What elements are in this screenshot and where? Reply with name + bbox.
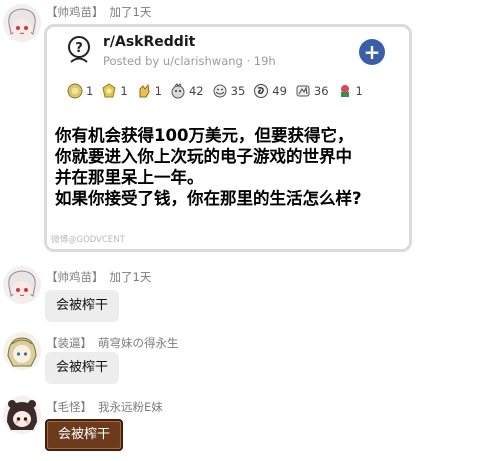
post-text-line: 如果你接受了钱，你在那里的生活怎么样? [55,189,362,208]
awards-row: 1 1 1 42 35 49 36 1 [67,83,367,99]
avatar[interactable] [3,266,41,304]
sender-line: 【装逼】 萌穹妹の得永生 [46,335,179,351]
sender-line: 【帅鸡苗】 加了1天 [46,269,151,285]
avatar[interactable] [3,4,41,42]
award-count: 36 [313,84,329,98]
award-count: 1 [86,84,94,98]
message-bubble[interactable]: 会被榨干 [45,290,120,322]
award-count: 1 [355,84,363,98]
sender-tag: 【帅鸡苗】 [46,270,104,284]
shared-image-card[interactable]: ? r/AskReddit Posted by u/clarishwang · … [44,24,412,252]
award-count: 35 [230,84,246,98]
message-bubble[interactable]: 会被榨干 [45,419,124,451]
sender-line: 【毛怪】 我永远粉E妹 [46,399,163,415]
hug-award-icon [213,84,227,98]
anime-avatar-icon [3,266,41,304]
avatar[interactable] [3,332,41,370]
swirl-award-icon [254,84,269,98]
sender-nickname: 萌穹妹の得永生 [98,336,179,350]
award-gold[interactable]: 1 [101,83,128,99]
wholesome-award-icon [171,83,185,99]
silver-coin-award-icon [67,83,83,99]
award-count: 49 [272,84,287,98]
watermark: 微博@GODVCENT [51,235,125,245]
meme-award-icon [296,85,310,97]
sender-line: 【帅鸡苗】 加了1天 [46,4,151,20]
award-wholesome[interactable]: 42 [170,83,204,99]
sender-nickname: 加了1天 [109,270,152,284]
svg-text:?: ? [75,41,83,56]
anime-avatar-icon [3,4,41,42]
posted-by: Posted by u/clarishwang · 19h [103,54,276,68]
award-clap[interactable]: 1 [136,83,162,99]
sender-nickname: 加了1天 [109,5,152,19]
clap-award-icon [139,83,150,98]
sender-tag: 【装逼】 [46,336,92,350]
award-swirl[interactable]: 49 [253,83,287,99]
award-count: 1 [120,84,128,98]
award-count: 42 [188,84,204,98]
award-meme[interactable]: 36 [295,83,329,99]
join-button[interactable]: + [359,39,385,65]
sender-nickname: 我永远粉E妹 [98,400,163,414]
post-text-line: 并在那里呆上一年。 [55,168,204,187]
award-hug[interactable]: 35 [212,83,246,99]
subreddit-name[interactable]: r/AskReddit [103,34,195,50]
award-count: 1 [154,84,162,98]
anime-avatar-icon [3,396,41,434]
gold-badge-award-icon [102,83,116,98]
post-text: 你有机会获得100万美元，但要获得它， 你就要进入你上次玩的电子游戏的世界中 并… [55,125,411,209]
askreddit-icon: ? [65,35,93,65]
message-bubble[interactable]: 会被榨干 [45,352,120,384]
avatar[interactable] [3,396,41,434]
plus-icon: + [363,40,381,64]
sender-tag: 【帅鸡苗】 [46,5,104,19]
post-text-line: 你就要进入你上次玩的电子游戏的世界中 [55,147,352,166]
flower-award-icon [340,85,349,97]
anime-avatar-icon [3,332,41,370]
award-flower[interactable]: 1 [337,83,363,99]
post-text-line: 你有机会获得100万美元，但要获得它， [55,126,354,145]
sender-tag: 【毛怪】 [46,400,92,414]
award-silver[interactable]: 1 [67,83,93,99]
